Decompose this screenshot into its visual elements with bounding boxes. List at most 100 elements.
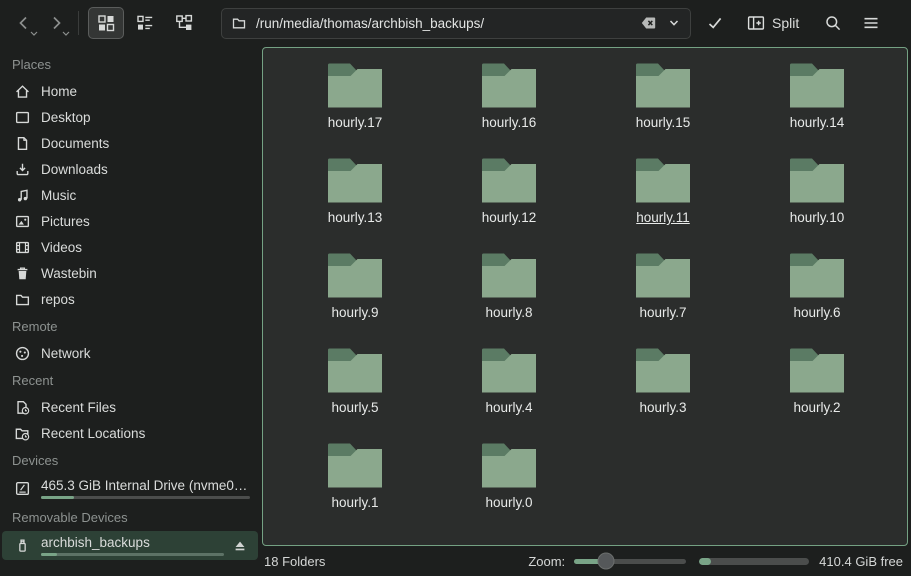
location-path[interactable]: /run/media/thomas/archbish_backups/ (256, 16, 636, 31)
folder-item-hourly-13[interactable]: hourly.13 (278, 157, 432, 252)
sidebar-item-label: Wastebin (41, 266, 250, 281)
chevron-left-icon (15, 14, 33, 32)
folder-item-label: hourly.11 (636, 210, 690, 225)
sidebar-item-documents[interactable]: Documents (2, 130, 258, 156)
disk-usage-fill (41, 553, 57, 556)
document-icon (14, 135, 31, 152)
folder-item-hourly-5[interactable]: hourly.5 (278, 347, 432, 442)
sidebar-item-wastebin[interactable]: Wastebin (2, 260, 258, 286)
folder-item-label: hourly.0 (485, 495, 532, 510)
icons-view-icon (97, 14, 115, 32)
music-icon (14, 187, 31, 204)
folder-item-label: hourly.7 (639, 305, 686, 320)
sidebar-item-archbish-backups[interactable]: archbish_backups (2, 531, 258, 560)
folder-icon (634, 252, 692, 299)
folder-item-hourly-17[interactable]: hourly.17 (278, 62, 432, 157)
chevron-down-icon (665, 14, 683, 32)
section-title: Removable Devices (0, 503, 260, 531)
sidebar-item-home[interactable]: Home (2, 78, 258, 104)
sidebar-item-label: Pictures (41, 214, 250, 229)
eject-button[interactable] (230, 538, 250, 554)
folder-item-hourly-3[interactable]: hourly.3 (586, 347, 740, 442)
status-bar: 18 Folders Zoom: 410.4 GiB free (260, 546, 911, 576)
sidebar-section-devices: Devices465.3 GiB Internal Drive (nvme0n1… (0, 446, 260, 503)
eject-icon (232, 538, 248, 554)
sidebar-item-videos[interactable]: Videos (2, 234, 258, 260)
split-view-button[interactable]: Split (737, 7, 809, 39)
forward-button[interactable] (40, 7, 72, 39)
sidebar-item-recent-files[interactable]: Recent Files (2, 394, 258, 420)
sidebar-section-places: Places Home DesktopDocumentsDownloads Music… (0, 50, 260, 312)
folder-icon (326, 62, 384, 109)
search-button[interactable] (817, 7, 849, 39)
folder-item-hourly-2[interactable]: hourly.2 (740, 347, 894, 442)
zoom-slider[interactable] (574, 552, 686, 570)
download-icon (14, 161, 31, 178)
sidebar-item-label: Music (41, 188, 250, 203)
folder-item-hourly-16[interactable]: hourly.16 (432, 62, 586, 157)
back-button[interactable] (8, 7, 40, 39)
location-dropdown-button[interactable] (662, 11, 686, 35)
tree-view-button[interactable] (166, 7, 202, 39)
sidebar-item-network[interactable]: Network (2, 340, 258, 366)
folder-item-hourly-11[interactable]: hourly.11 (586, 157, 740, 252)
folder-view[interactable]: hourly.17hourly.16hourly.15hourly.14hour… (262, 47, 908, 546)
folder-item-hourly-15[interactable]: hourly.15 (586, 62, 740, 157)
sidebar-item-label: Home (41, 84, 250, 99)
selection-mode-button[interactable] (699, 7, 731, 39)
folder-item-label: hourly.8 (485, 305, 532, 320)
details-view-button[interactable] (127, 7, 163, 39)
folder-item-hourly-9[interactable]: hourly.9 (278, 252, 432, 347)
toolbar: /run/media/thomas/archbish_backups/ Spli… (0, 0, 911, 46)
folder-icon (326, 442, 384, 489)
hamburger-menu-button[interactable] (855, 7, 887, 39)
folder-item-label: hourly.6 (793, 305, 840, 320)
hamburger-icon (862, 14, 880, 32)
folder-icon (326, 157, 384, 204)
sidebar-section-remote: Remote Network (0, 312, 260, 366)
clear-location-button[interactable] (636, 11, 662, 35)
folder-icon (14, 291, 31, 308)
trash-icon (14, 265, 31, 282)
desktop-icon (14, 109, 31, 126)
folder-item-hourly-4[interactable]: hourly.4 (432, 347, 586, 442)
folder-item-hourly-7[interactable]: hourly.7 (586, 252, 740, 347)
icons-view-button[interactable] (88, 7, 124, 39)
free-space-bar (699, 558, 809, 565)
home-icon (14, 83, 31, 100)
sidebar-item-label: archbish_backups (41, 535, 224, 550)
folder-item-hourly-10[interactable]: hourly.10 (740, 157, 894, 252)
folder-item-hourly-0[interactable]: hourly.0 (432, 442, 586, 537)
folder-icon (788, 62, 846, 109)
section-title: Remote (0, 312, 260, 340)
zoom-slider-handle[interactable] (597, 553, 614, 570)
folder-item-hourly-14[interactable]: hourly.14 (740, 62, 894, 157)
sidebar-item-desktop[interactable]: Desktop (2, 104, 258, 130)
folder-item-hourly-8[interactable]: hourly.8 (432, 252, 586, 347)
sidebar-item-465-3-gib-internal-drive-nvme0n1[interactable]: 465.3 GiB Internal Drive (nvme0n1… (2, 474, 258, 503)
folder-item-hourly-1[interactable]: hourly.1 (278, 442, 432, 537)
sidebar-item-label: Recent Files (41, 400, 250, 415)
details-view-icon (136, 14, 154, 32)
sidebar-item-repos[interactable]: repos (2, 286, 258, 312)
folder-icon (480, 157, 538, 204)
sidebar-item-downloads[interactable]: Downloads (2, 156, 258, 182)
section-title: Places (0, 50, 260, 78)
sidebar-item-label: Network (41, 346, 250, 361)
zoom-label: Zoom: (528, 554, 565, 569)
folder-item-label: hourly.9 (331, 305, 378, 320)
disk-usage-fill (41, 496, 74, 499)
folder-item-hourly-12[interactable]: hourly.12 (432, 157, 586, 252)
folder-item-hourly-6[interactable]: hourly.6 (740, 252, 894, 347)
location-bar[interactable]: /run/media/thomas/archbish_backups/ (221, 8, 691, 39)
sidebar-item-music[interactable]: Music (2, 182, 258, 208)
folder-icon (480, 347, 538, 394)
recent-file-icon (14, 399, 31, 416)
sidebar-item-pictures[interactable]: Pictures (2, 208, 258, 234)
sidebar-item-label: 465.3 GiB Internal Drive (nvme0n1… (41, 478, 250, 493)
sidebar-item-recent-locations[interactable]: Recent Locations (2, 420, 258, 446)
search-icon (824, 14, 842, 32)
free-space-label: 410.4 GiB free (819, 554, 903, 569)
folder-item-label: hourly.17 (328, 115, 383, 130)
folder-icon (634, 62, 692, 109)
